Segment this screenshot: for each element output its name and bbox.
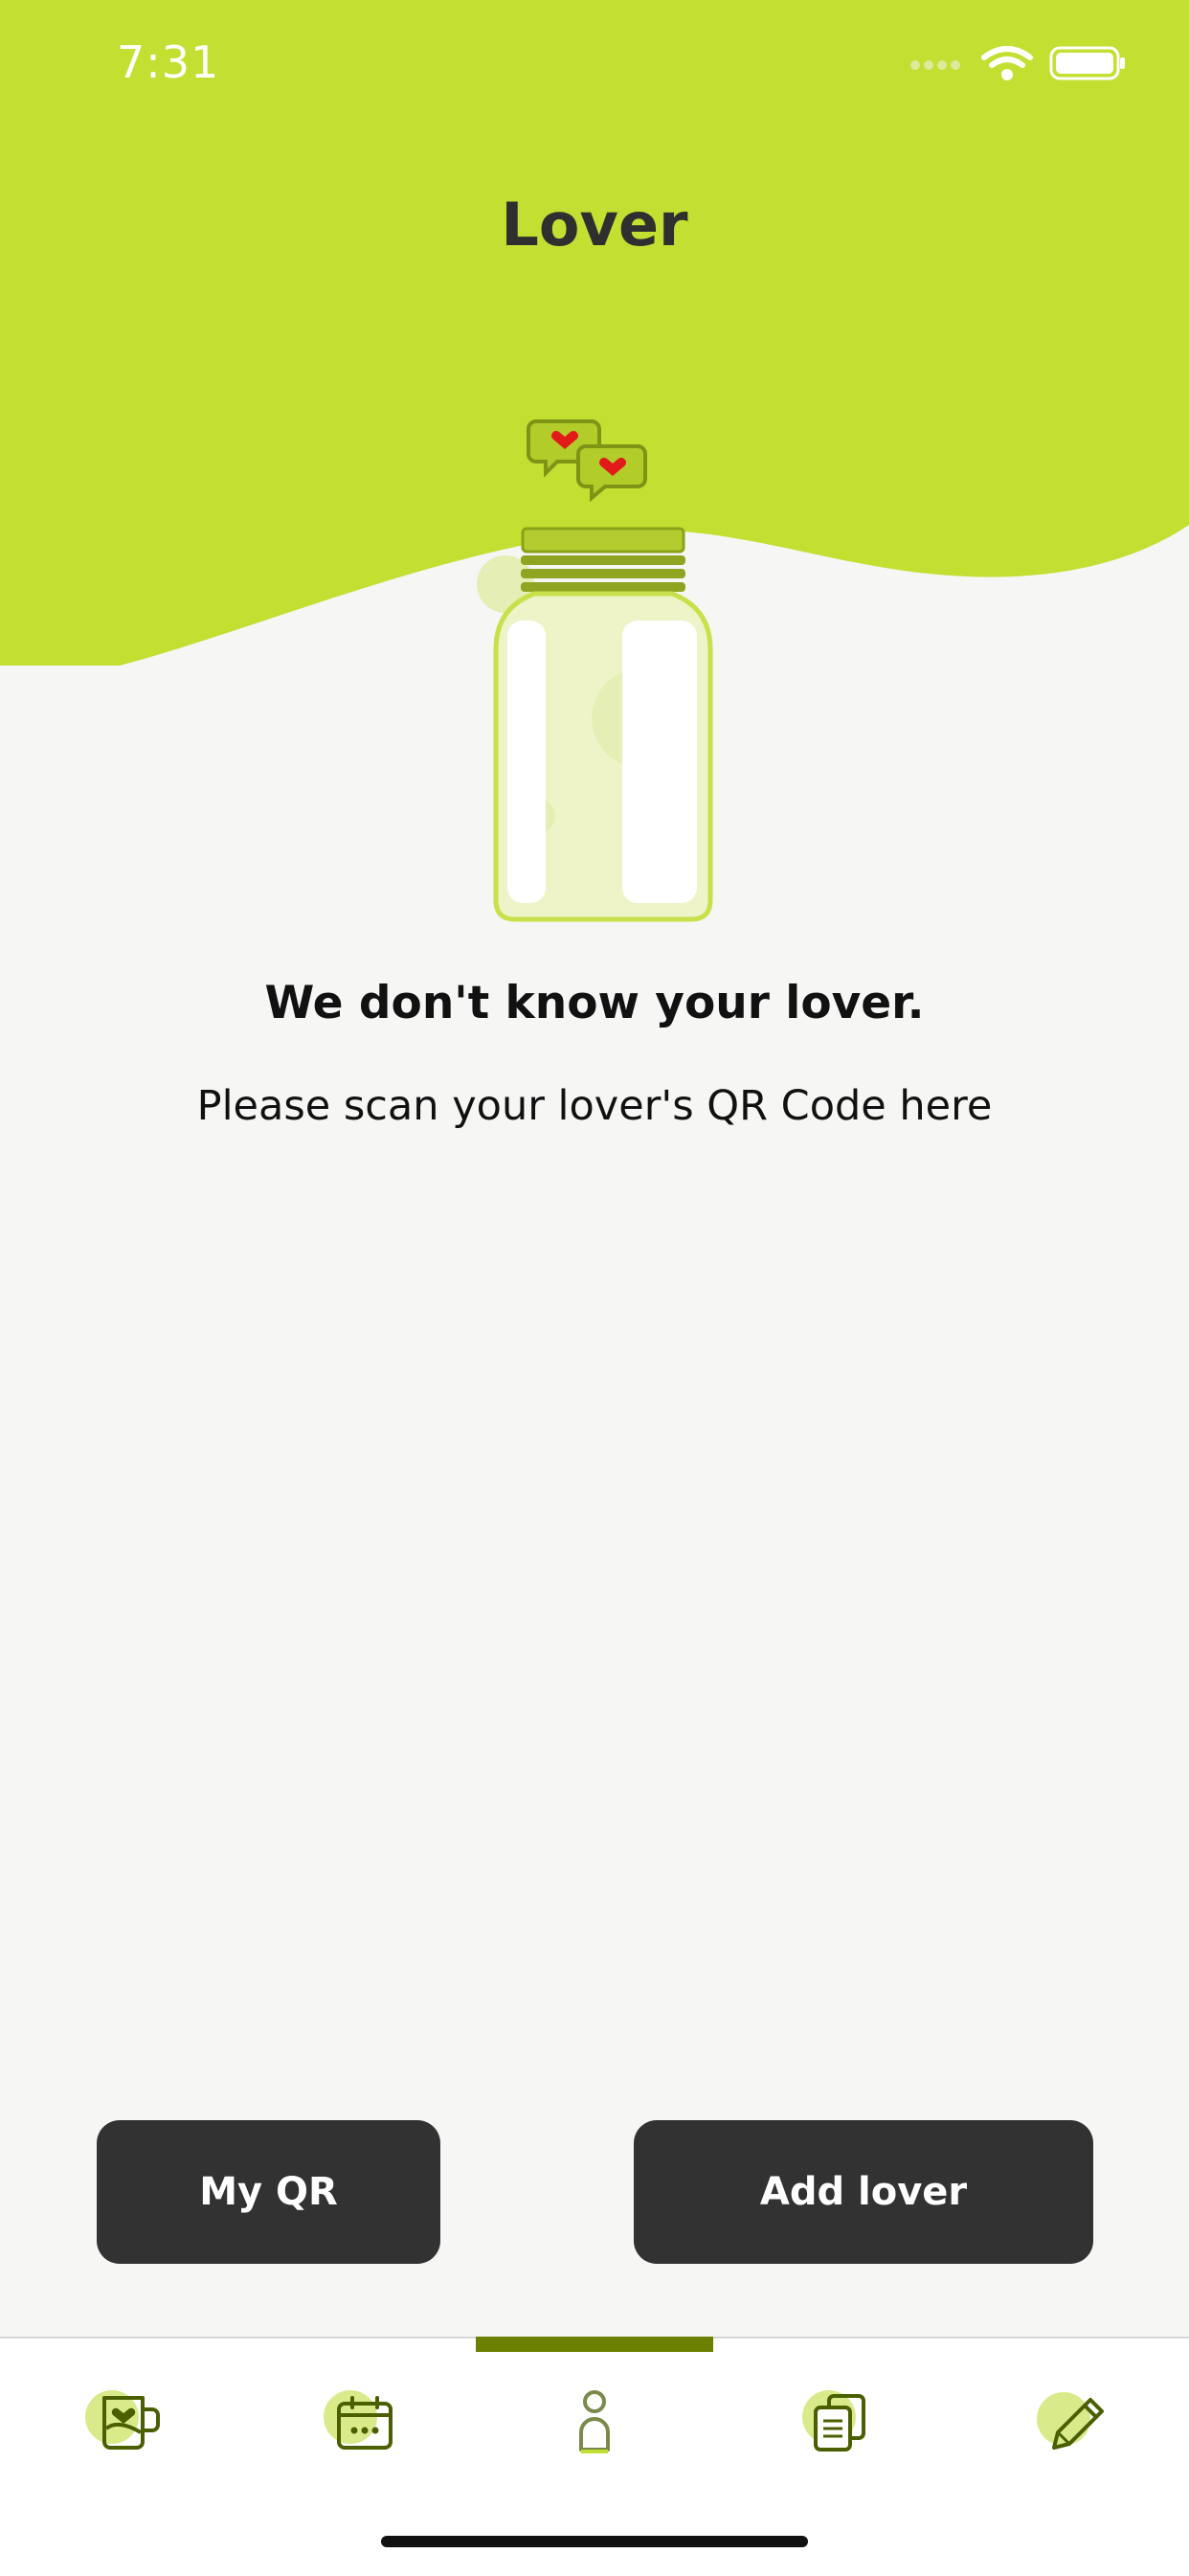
tab-jar-heart-icon[interactable] (78, 2375, 173, 2471)
empty-jar-illustration (477, 419, 713, 922)
status-bar-icons (910, 46, 1125, 80)
wifi-icon (981, 46, 1033, 80)
page-title: Lover (501, 190, 688, 260)
signal-icon (910, 60, 960, 70)
tab-documents-icon[interactable] (791, 2375, 886, 2471)
tab-calendar-icon[interactable] (316, 2375, 412, 2471)
battery-icon (1049, 46, 1125, 80)
my-qr-button[interactable]: My QR (97, 2120, 440, 2264)
empty-state-title: We don't know your lover. (264, 977, 925, 1029)
status-bar-time: 7:31 (117, 36, 220, 88)
add-lover-button[interactable]: Add lover (634, 2120, 1093, 2264)
tab-selected-indicator (476, 2337, 713, 2352)
tab-person-icon[interactable] (547, 2375, 642, 2471)
chat-hearts-icon (527, 419, 647, 503)
tab-pencil-icon[interactable] (1029, 2375, 1125, 2471)
empty-state-subtitle: Please scan your lover's QR Code here (196, 1082, 993, 1130)
home-indicator (381, 2536, 808, 2547)
